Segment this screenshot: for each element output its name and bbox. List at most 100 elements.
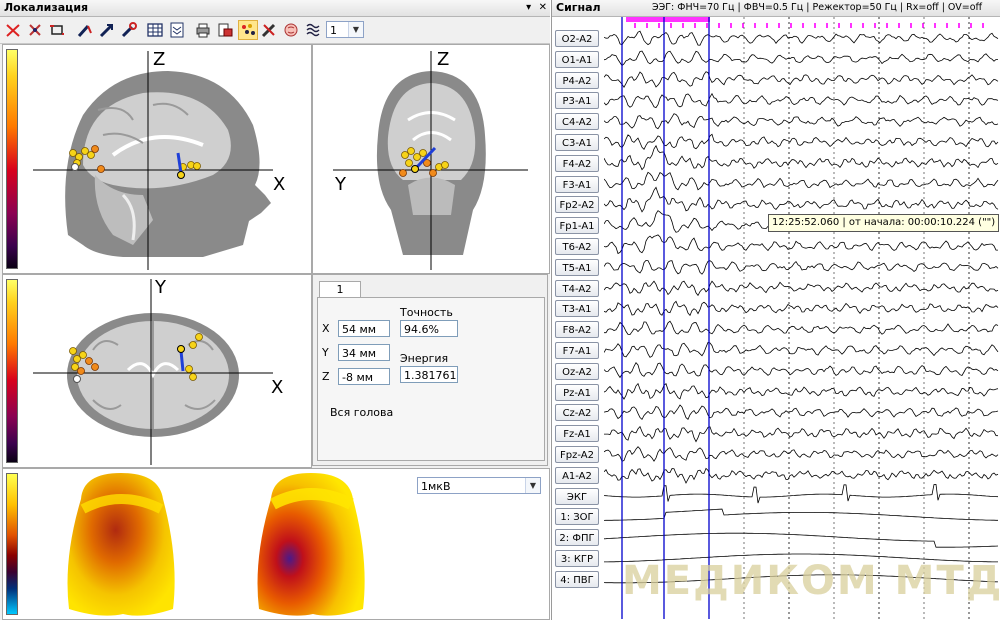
channel-button[interactable]: P4-A2 — [555, 71, 599, 89]
dipole-tab-content: X 54 мм Y 34 мм Z -8 мм Точность 94.6% Э… — [317, 297, 545, 461]
marker-tick — [898, 23, 900, 28]
dots-grid-icon[interactable] — [238, 20, 258, 40]
selection-marker-bar — [626, 17, 710, 22]
table-icon[interactable] — [146, 21, 164, 39]
export-icon[interactable] — [216, 21, 234, 39]
marker-tick — [778, 23, 780, 28]
channel-button[interactable]: Fp2-A2 — [555, 196, 599, 214]
sagittal-x-label: X — [273, 174, 285, 195]
channel-button[interactable]: Cz-A2 — [555, 404, 599, 422]
axial-view[interactable]: X Y — [2, 274, 312, 468]
channel-button[interactable]: O2-A2 — [555, 30, 599, 47]
sagittal-view[interactable]: X Z — [2, 44, 312, 274]
chevron-down-icon: ▼ — [525, 478, 540, 493]
marker-tick — [766, 23, 768, 28]
topography-view[interactable]: 1мкВ ▼ — [2, 468, 550, 620]
marker-tick — [634, 23, 636, 28]
axial-y-label: Y — [154, 277, 167, 298]
dipole-arrow-icon[interactable] — [98, 21, 116, 39]
crop-icon[interactable] — [48, 21, 66, 39]
y-value-field: 34 мм — [338, 344, 390, 361]
marker-tick — [970, 23, 972, 28]
layers-icon[interactable] — [168, 21, 186, 39]
z-value-field: -8 мм — [338, 368, 390, 385]
marker-tick — [658, 23, 660, 28]
channel-button[interactable]: F8-A2 — [555, 321, 599, 339]
brain-icon[interactable] — [282, 21, 300, 39]
region-label: Вся голова — [330, 406, 394, 419]
channel-button[interactable]: Fpz-A2 — [555, 446, 599, 463]
y-label: Y — [322, 346, 329, 359]
marker-tick — [670, 23, 672, 28]
accuracy-value-field: 94.6% — [400, 320, 458, 337]
channel-button[interactable]: F4-A2 — [555, 154, 599, 172]
scale-select[interactable]: 1мкВ ▼ — [417, 477, 541, 494]
chevron-down-icon: ▼ — [348, 22, 363, 37]
channel-button[interactable]: T6-A2 — [555, 238, 599, 255]
x-label: X — [322, 322, 330, 335]
x-value-field: 54 мм — [338, 320, 390, 337]
channel-button[interactable]: O1-A1 — [555, 50, 599, 68]
signal-icon[interactable] — [304, 21, 322, 39]
marker-tick — [790, 23, 792, 28]
print-icon[interactable] — [194, 21, 212, 39]
marker-tick — [646, 23, 648, 28]
axial-brain-svg: X Y — [33, 277, 283, 465]
channel-button[interactable]: 1: ЗОГ — [555, 508, 599, 526]
localization-toolbar: 1 ▼ — [0, 17, 550, 44]
z-label: Z — [322, 370, 330, 383]
channel-button[interactable]: A1-A2 — [555, 466, 599, 484]
channel-button[interactable]: T5-A1 — [555, 258, 599, 276]
medicom-watermark: МЕДИКОМ МТД — [622, 558, 1000, 604]
marker-tick — [862, 23, 864, 28]
marker-tick — [718, 23, 720, 28]
channel-button[interactable]: Fp1-A1 — [555, 217, 599, 235]
marker-tick — [886, 23, 888, 28]
channel-button[interactable]: F7-A1 — [555, 342, 599, 359]
channel-button[interactable]: C3-A1 — [555, 134, 599, 151]
channel-button[interactable]: T3-A1 — [555, 300, 599, 318]
localization-titlebar: Локализация ▾ ✕ — [0, 0, 550, 17]
channel-button[interactable]: 2: ФПГ — [555, 529, 599, 547]
marker-tick — [934, 23, 936, 28]
marker-tick — [814, 23, 816, 28]
marker-tick — [754, 23, 756, 28]
marker-tick — [838, 23, 840, 28]
channel-button[interactable]: Oz-A2 — [555, 362, 599, 380]
marker-tick — [802, 23, 804, 28]
sagittal-brain-svg: X Z — [33, 49, 285, 270]
channel-button[interactable]: T4-A2 — [555, 279, 599, 297]
coronal-view[interactable]: Y Z — [312, 44, 550, 274]
dipole-wrench-icon[interactable] — [120, 21, 138, 39]
dipole-blue-icon[interactable] — [76, 21, 94, 39]
eeg-trace-area[interactable] — [604, 17, 999, 619]
channel-button[interactable]: Pz-A1 — [555, 383, 599, 401]
cut-dipole-icon[interactable] — [26, 21, 44, 39]
dipole-info-panel: 1 X 54 мм Y 34 мм Z -8 мм Точность 94.6%… — [312, 274, 548, 466]
pin-icon[interactable]: ▾ — [526, 2, 531, 13]
signal-title: Сигнал — [556, 1, 601, 14]
channel-button[interactable]: C4-A2 — [555, 113, 599, 131]
marker-tick — [982, 23, 984, 28]
coronal-z-label: Z — [437, 49, 449, 70]
channel-button[interactable]: P3-A1 — [555, 92, 599, 110]
cut-red-icon[interactable] — [4, 21, 22, 39]
filter-status: ЭЭГ: ФНЧ=70 Гц | ФВЧ=0.5 Гц | Режектор=5… — [652, 2, 983, 13]
channel-button[interactable]: 4: ПВГ — [555, 570, 599, 588]
localization-panel: Локализация ▾ ✕ 1 ▼ X Z Y Z X Y 1 X 54 м… — [0, 0, 550, 620]
tools-icon[interactable] — [260, 21, 278, 39]
tooltip-elapsed: | от начала: 00:00:10.224 ("") — [839, 217, 996, 228]
coronal-brain-svg: Y Z — [333, 49, 528, 270]
channel-button[interactable]: ЭКГ — [555, 487, 599, 505]
signal-panel: Сигнал ЭЭГ: ФНЧ=70 Гц | ФВЧ=0.5 Гц | Реж… — [551, 0, 1000, 620]
marker-tick — [706, 23, 708, 28]
channel-button[interactable]: Fz-A1 — [555, 425, 599, 443]
tooltip-time: 12:25:52.060 — [772, 217, 840, 228]
signal-titlebar: Сигнал ЭЭГ: ФНЧ=70 Гц | ФВЧ=0.5 Гц | Реж… — [552, 0, 1000, 17]
marker-tick — [946, 23, 948, 28]
channel-button[interactable]: 3: КГР — [555, 550, 599, 567]
channel-button[interactable]: F3-A1 — [555, 175, 599, 193]
marker-tick — [910, 23, 912, 28]
close-icon[interactable]: ✕ — [539, 2, 547, 13]
dipole-count-select[interactable]: 1 ▼ — [326, 21, 364, 38]
